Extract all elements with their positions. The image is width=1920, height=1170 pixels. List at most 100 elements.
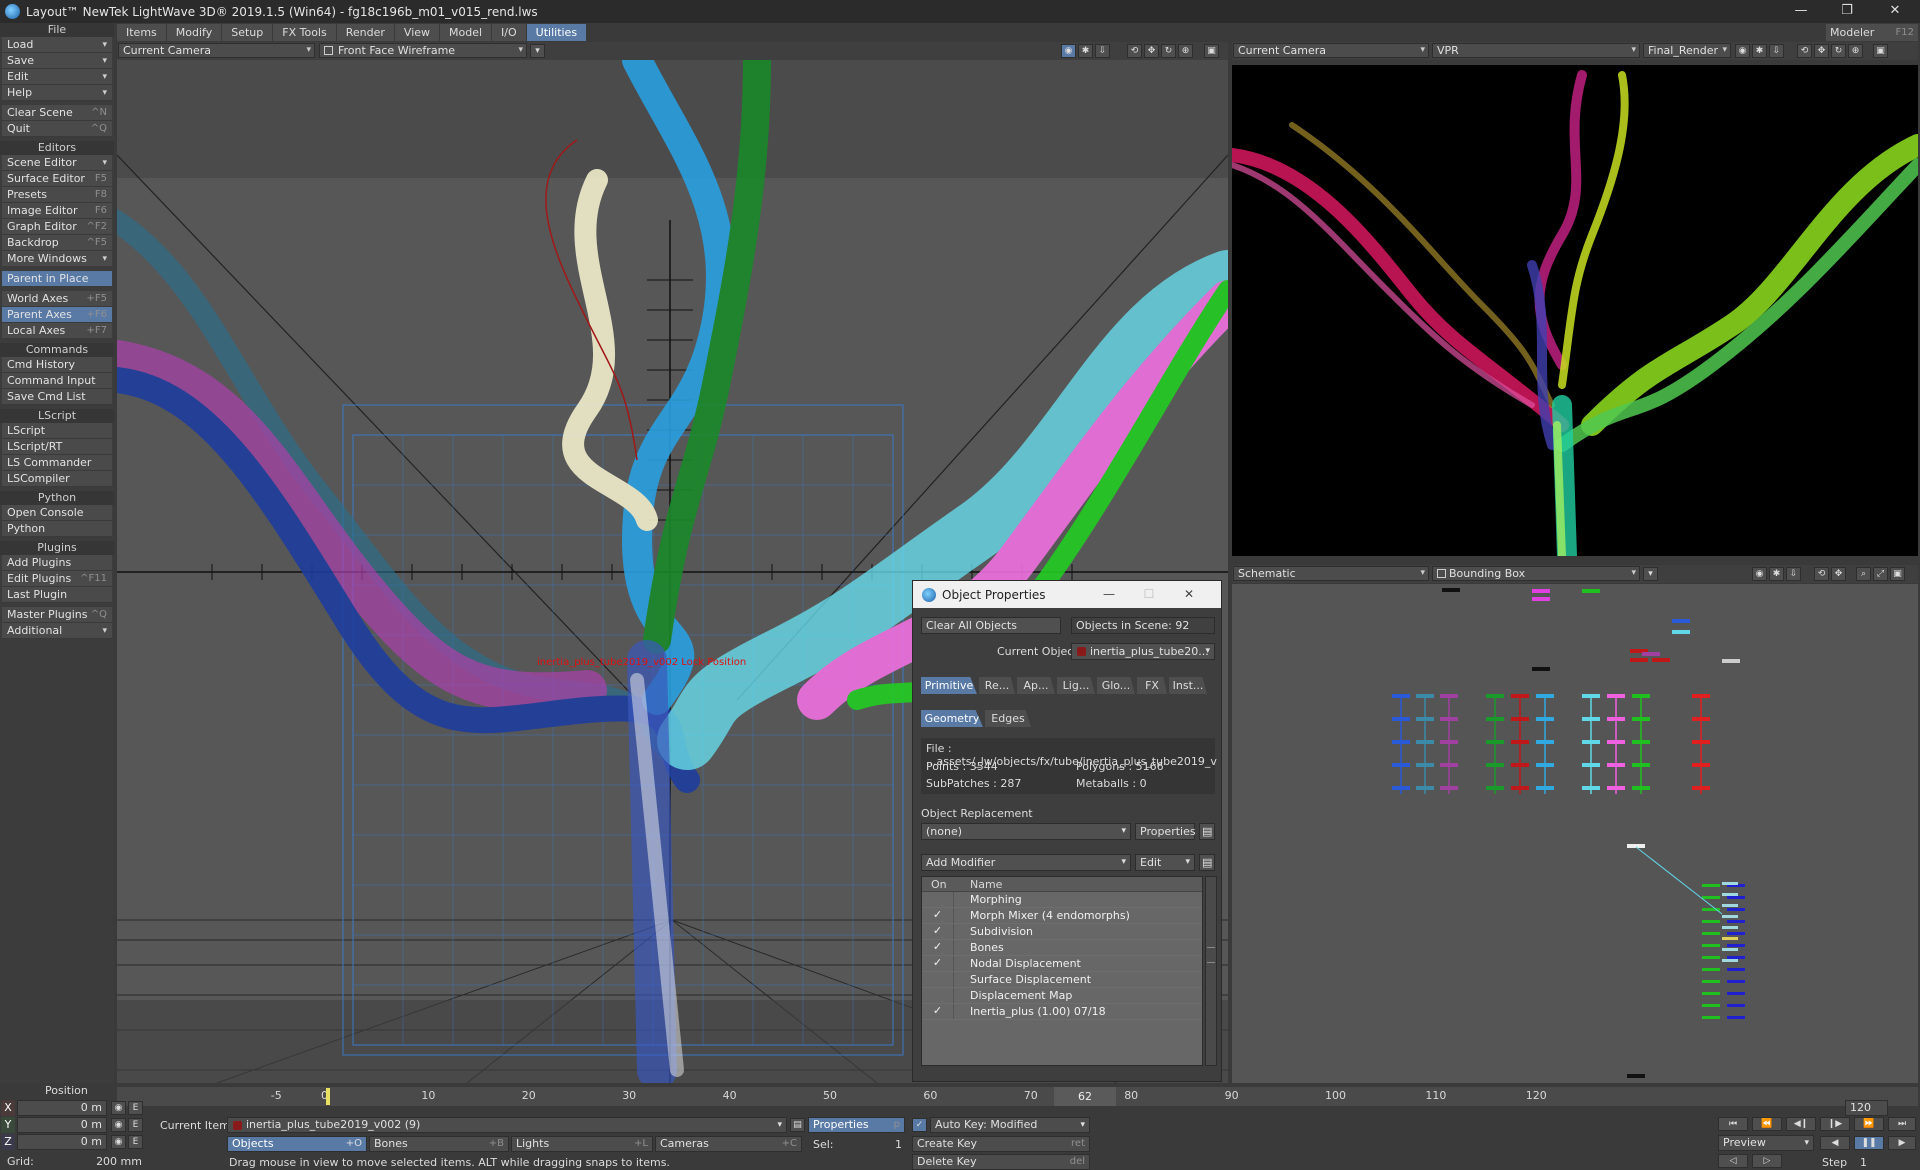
- schematic-node[interactable]: [1536, 763, 1554, 767]
- schematic-node[interactable]: [1440, 786, 1458, 790]
- schematic-node[interactable]: [1702, 884, 1720, 887]
- schematic-node[interactable]: [1632, 740, 1650, 744]
- schematic-node[interactable]: [1582, 589, 1600, 593]
- restore-button[interactable]: ❐: [1824, 0, 1870, 23]
- add-modifier-select[interactable]: Add Modifier ▾: [921, 854, 1131, 871]
- schematic-node[interactable]: [1416, 717, 1434, 721]
- schematic-node[interactable]: [1582, 717, 1600, 721]
- clipboard-icon[interactable]: ▤: [1199, 823, 1215, 840]
- envelope-e-icon[interactable]: E: [128, 1118, 143, 1132]
- schematic-node[interactable]: [1702, 896, 1720, 899]
- settings-gear-icon[interactable]: ✱: [1078, 44, 1093, 58]
- schematic-node[interactable]: [1692, 694, 1710, 698]
- schematic-node[interactable]: [1727, 980, 1745, 983]
- schematic-node[interactable]: [1607, 717, 1625, 721]
- replacement-properties-button[interactable]: Properties: [1135, 823, 1196, 840]
- schematic-node[interactable]: [1727, 956, 1745, 959]
- eye-icon[interactable]: ◉: [111, 1118, 126, 1132]
- tab-i-o[interactable]: I/O: [492, 24, 526, 41]
- lights-mode-button[interactable]: Lights +L: [511, 1136, 653, 1152]
- subtab-geometry[interactable]: Geometry: [921, 710, 983, 727]
- export-icon[interactable]: ⇩: [1786, 567, 1801, 581]
- schematic-node[interactable]: [1702, 956, 1720, 959]
- delete-key-button[interactable]: Delete Key del: [912, 1154, 1090, 1170]
- schematic-node[interactable]: [1722, 926, 1738, 929]
- previous-key-icon[interactable]: ⏪: [1752, 1117, 1782, 1131]
- schematic-node[interactable]: [1607, 740, 1625, 744]
- schematic-node[interactable]: [1440, 740, 1458, 744]
- scrollbar-thumb[interactable]: [1207, 947, 1215, 963]
- schematic-node[interactable]: [1702, 932, 1720, 935]
- settings-gear-icon[interactable]: ✱: [1752, 44, 1767, 58]
- modifier-row[interactable]: ✓ Inertia_plus (1.00) 07/18: [922, 1004, 1202, 1020]
- checkmark-icon[interactable]: ✓: [922, 956, 954, 971]
- next-key-icon[interactable]: ⏩: [1854, 1117, 1884, 1131]
- schematic-node[interactable]: [1722, 904, 1738, 907]
- sidebar-item-last-plugin[interactable]: Last Plugin: [2, 587, 112, 603]
- sidebar-item-lscript[interactable]: LScript: [2, 423, 112, 439]
- sidebar-item-ls-commander[interactable]: LS Commander: [2, 455, 112, 471]
- schematic-node[interactable]: [1392, 786, 1410, 790]
- viewport-options-button[interactable]: ▾: [1643, 567, 1658, 581]
- maximize-icon[interactable]: ☐: [1129, 581, 1169, 608]
- close-button[interactable]: ✕: [1872, 0, 1918, 23]
- schematic-node[interactable]: [1692, 786, 1710, 790]
- bones-mode-button[interactable]: Bones +B: [369, 1136, 509, 1152]
- schematic-node[interactable]: [1486, 717, 1504, 721]
- go-to-end-icon[interactable]: ⏭: [1888, 1117, 1916, 1131]
- export-icon[interactable]: ⇩: [1095, 44, 1110, 58]
- create-key-button[interactable]: Create Key ret: [912, 1136, 1090, 1152]
- sidebar-item-world-axes[interactable]: World Axes +F5: [2, 291, 112, 307]
- schematic-node[interactable]: [1582, 694, 1600, 698]
- zoom-view-icon[interactable]: ⊕: [1178, 44, 1193, 58]
- checkmark-icon[interactable]: [922, 972, 954, 987]
- schematic-node[interactable]: [1486, 763, 1504, 767]
- current-object-select[interactable]: inertia_plus_tube20... ▾: [1071, 643, 1215, 660]
- sidebar-item-scene-editor[interactable]: Scene Editor ▾: [2, 155, 112, 171]
- rotate-view-icon[interactable]: ⟲: [1797, 44, 1812, 58]
- cameras-mode-button[interactable]: Cameras +C: [655, 1136, 802, 1152]
- clipboard-icon[interactable]: ▤: [1199, 854, 1215, 871]
- render-preset-select[interactable]: Final_Render ▾: [1643, 43, 1731, 58]
- schematic-node[interactable]: [1582, 740, 1600, 744]
- viewport-options-button[interactable]: ▾: [530, 44, 545, 58]
- current-frame-marker[interactable]: 62: [1054, 1087, 1116, 1106]
- schematic-node[interactable]: [1416, 694, 1434, 698]
- tab-primitive[interactable]: Primitive: [921, 677, 977, 694]
- modifier-row[interactable]: Morphing: [922, 892, 1202, 908]
- step-forward-icon[interactable]: ▷: [1752, 1154, 1782, 1168]
- maximize-viewport-icon[interactable]: ▣: [1890, 567, 1905, 581]
- schematic-node[interactable]: [1607, 786, 1625, 790]
- minimize-button[interactable]: —: [1778, 0, 1824, 23]
- schematic-node[interactable]: [1722, 948, 1738, 951]
- schematic-node[interactable]: [1722, 893, 1738, 896]
- move-view-icon[interactable]: ✥: [1831, 567, 1846, 581]
- schematic-node[interactable]: [1702, 1016, 1720, 1019]
- schematic-node[interactable]: [1652, 658, 1670, 662]
- maximize-viewport-icon[interactable]: ▣: [1873, 44, 1888, 58]
- sidebar-item-lscript-rt[interactable]: LScript/RT: [2, 439, 112, 455]
- schematic-node[interactable]: [1532, 597, 1550, 601]
- schematic-node[interactable]: [1727, 1004, 1745, 1007]
- schematic-node[interactable]: [1536, 694, 1554, 698]
- render-camera-select[interactable]: Current Camera ▾: [1233, 43, 1429, 58]
- move-view-icon[interactable]: ✥: [1814, 44, 1829, 58]
- schematic-node[interactable]: [1727, 896, 1745, 899]
- schematic-node[interactable]: [1672, 630, 1690, 634]
- sidebar-item-help[interactable]: Help ▾: [2, 85, 112, 101]
- search-icon[interactable]: ⌕: [1856, 567, 1871, 581]
- checkmark-icon[interactable]: [922, 892, 954, 907]
- schematic-node[interactable]: [1416, 763, 1434, 767]
- schematic-node[interactable]: [1722, 659, 1740, 663]
- schematic-node[interactable]: [1727, 1016, 1745, 1019]
- main-camera-select[interactable]: Current Camera ▾: [118, 43, 315, 58]
- sidebar-item-presets[interactable]: Presets F8: [2, 187, 112, 203]
- modifier-scrollbar[interactable]: [1205, 876, 1217, 1066]
- schematic-node[interactable]: [1440, 763, 1458, 767]
- item-list-icon[interactable]: ▤: [790, 1118, 805, 1132]
- sidebar-item-parent-in-place[interactable]: Parent in Place: [2, 271, 112, 287]
- minimize-icon[interactable]: —: [1089, 581, 1129, 608]
- sidebar-item-save[interactable]: Save ▾: [2, 53, 112, 69]
- rotate-view-icon[interactable]: ⟲: [1127, 44, 1142, 58]
- z-axis-label[interactable]: Z: [1, 1134, 15, 1150]
